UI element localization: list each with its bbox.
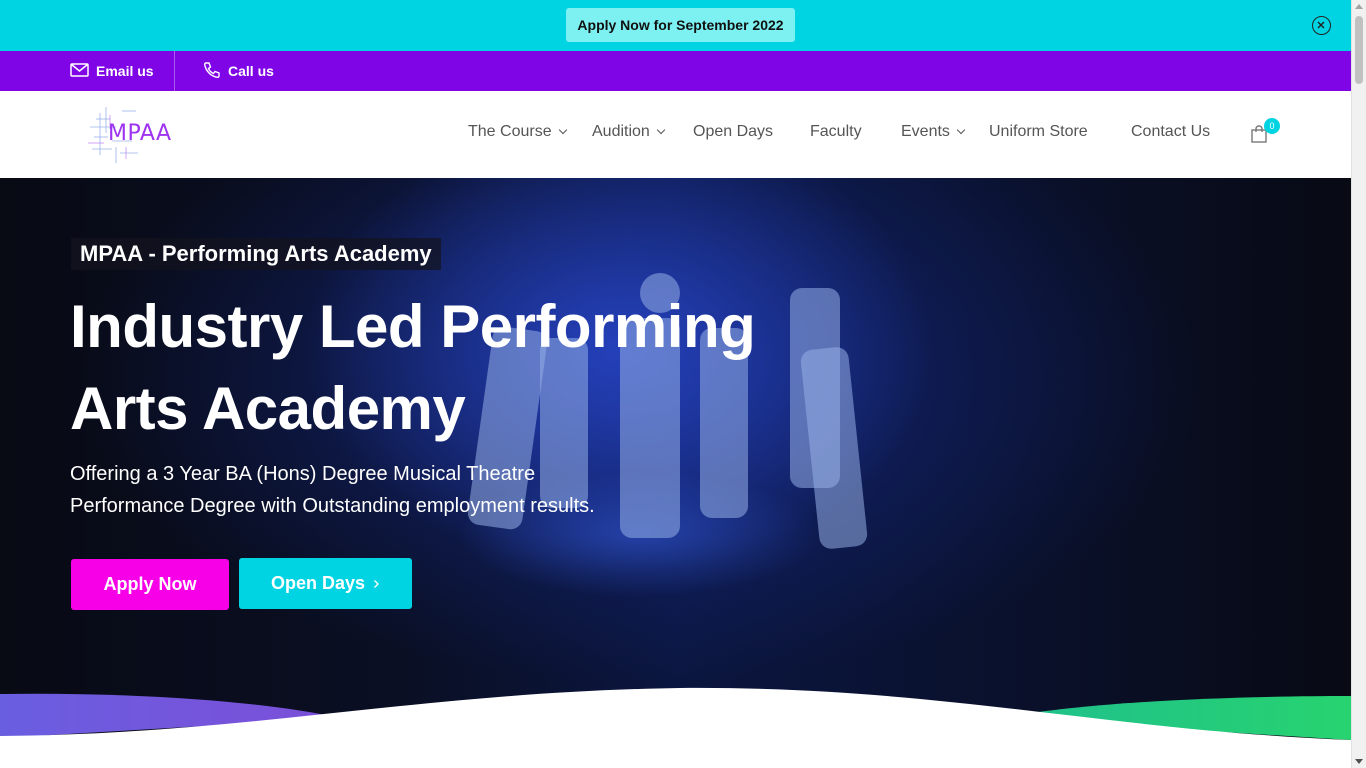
call-us-link[interactable]: Call us xyxy=(203,51,274,91)
nav-the-course-label: The Course xyxy=(468,123,552,140)
scroll-thumb[interactable] xyxy=(1355,16,1363,84)
hero-title-line-1: Industry Led Performing xyxy=(70,293,756,360)
scroll-down-arrow-icon[interactable] xyxy=(1355,759,1363,764)
page-scrollbar[interactable] xyxy=(1351,0,1366,768)
nav-events-label: Events xyxy=(901,123,950,140)
hero-tag: MPAA - Performing Arts Academy xyxy=(71,238,441,270)
chevron-down-icon xyxy=(656,125,666,135)
nav-uniform-store[interactable]: Uniform Store xyxy=(989,123,1088,141)
apply-now-button[interactable]: Apply Now xyxy=(71,559,229,610)
hero-subtitle-line-1: Offering a 3 Year BA (Hons) Degree Music… xyxy=(70,463,536,485)
nav-faculty[interactable]: Faculty xyxy=(810,123,862,141)
email-us-link[interactable]: Email us xyxy=(70,51,154,91)
nav-open-days[interactable]: Open Days xyxy=(693,123,773,141)
nav-events[interactable]: Events xyxy=(901,123,966,141)
hero-bottom-wave xyxy=(0,687,1351,768)
logo-text: MPAA xyxy=(108,121,172,146)
hero-section: MPAA - Performing Arts Academy Industry … xyxy=(0,178,1351,768)
contact-divider xyxy=(174,51,175,91)
hero-title: Industry Led Performing Arts Academy xyxy=(70,286,830,450)
nav-contact-us-label: Contact Us xyxy=(1131,123,1211,140)
hero-subtitle: Offering a 3 Year BA (Hons) Degree Music… xyxy=(70,458,670,522)
email-us-label: Email us xyxy=(96,63,154,79)
chevron-right-icon xyxy=(373,573,380,594)
mpaa-logo[interactable]: MPAA xyxy=(86,103,176,165)
chevron-down-icon xyxy=(558,125,567,135)
chevron-down-icon xyxy=(956,125,966,135)
nav-open-days-label: Open Days xyxy=(693,123,774,140)
page: Apply Now for September 2022 Email us Ca… xyxy=(0,0,1366,768)
nav-faculty-label: Faculty xyxy=(810,123,862,140)
contact-bar: Email us Call us xyxy=(0,51,1351,91)
call-us-label: Call us xyxy=(228,63,274,79)
announcement-bar: Apply Now for September 2022 xyxy=(0,0,1351,51)
close-icon[interactable] xyxy=(1312,16,1331,35)
hero-subtitle-line-2: Performance Degree with Outstanding empl… xyxy=(70,495,595,517)
open-days-button[interactable]: Open Days xyxy=(239,558,412,609)
nav-audition-label: Audition xyxy=(592,123,650,140)
nav-uniform-store-label: Uniform Store xyxy=(989,123,1088,140)
nav-contact-us[interactable]: Contact Us xyxy=(1131,123,1210,141)
phone-icon xyxy=(203,61,221,82)
open-days-button-label: Open Days xyxy=(270,573,366,593)
hero-title-line-2: Arts Academy xyxy=(70,375,466,442)
mail-icon xyxy=(70,62,89,80)
nav-audition[interactable]: Audition xyxy=(592,123,666,141)
site-header: MPAA The Course Audition Open Days Facul… xyxy=(0,91,1351,178)
cart-count-badge: 0 xyxy=(1264,118,1280,134)
scroll-up-arrow-icon[interactable] xyxy=(1355,4,1363,9)
apply-now-announcement-button[interactable]: Apply Now for September 2022 xyxy=(566,8,795,42)
nav-the-course[interactable]: The Course xyxy=(468,123,567,141)
